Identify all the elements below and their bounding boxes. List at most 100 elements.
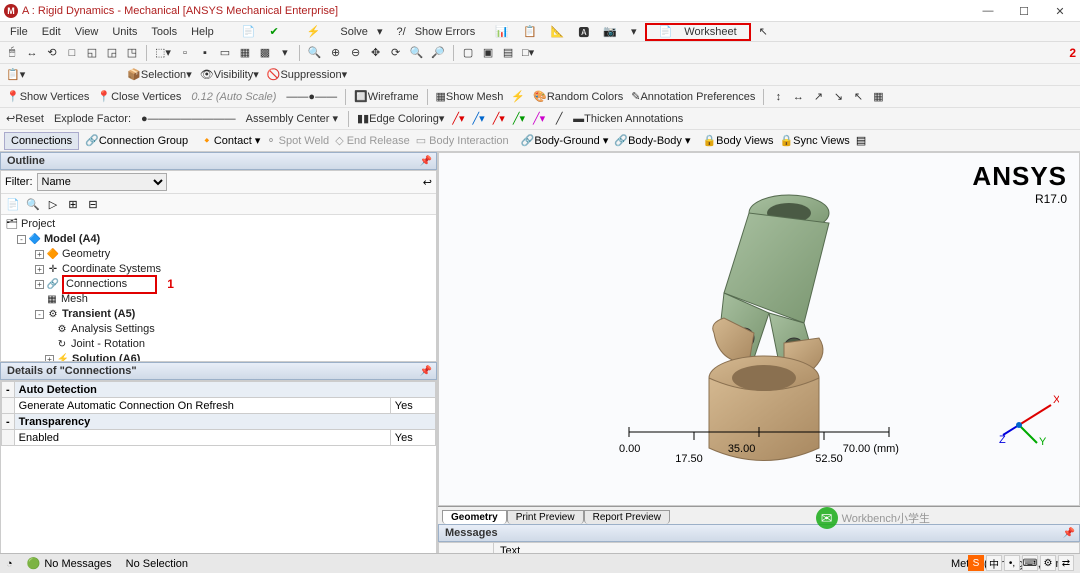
zoom-out-icon[interactable]: ⊖	[348, 45, 364, 61]
toolbar-icon[interactable]: ▤	[500, 45, 516, 61]
tree-btn[interactable]: ▷	[45, 196, 61, 212]
edge-color-btn[interactable]: ╱▾	[531, 111, 547, 127]
solve-icon[interactable]: ⚡	[301, 23, 327, 40]
select-icon[interactable]: ⬚▾	[153, 45, 173, 61]
toolbar-icon[interactable]: ▣	[480, 45, 496, 61]
edge-btn[interactable]: ╱	[551, 111, 567, 127]
tree-project[interactable]: 🗂Project	[5, 217, 436, 232]
toolbar-icon[interactable]: ⟲	[44, 45, 60, 61]
tree-joint[interactable]: ↻Joint - Rotation	[5, 337, 436, 352]
toolbar-icon[interactable]: 📊	[489, 23, 515, 40]
body-views-button[interactable]: 🔒Body Views	[702, 134, 773, 147]
menu-view[interactable]: View	[69, 24, 105, 40]
toolbar-icon[interactable]: 🔎	[429, 45, 447, 61]
3d-viewport[interactable]: ANSYS R17.0	[438, 152, 1080, 506]
menu-units[interactable]: Units	[106, 24, 143, 40]
toolbar-icon[interactable]: 📷	[597, 23, 623, 40]
tree-model[interactable]: -🔷Model (A4)	[5, 232, 436, 247]
contact-dropdown[interactable]: 🔸Contact ▾	[200, 134, 260, 147]
assembly-center-dropdown[interactable]: Assembly Center ▾	[242, 112, 342, 125]
show-vertices-button[interactable]: 📍 Show Vertices	[4, 89, 91, 105]
reset-button[interactable]: ↩ Reset	[4, 111, 46, 127]
pin-icon[interactable]: 📌	[420, 366, 432, 377]
toolbar-icon[interactable]: ▾	[625, 23, 643, 40]
pin-icon[interactable]: 📌	[1063, 528, 1075, 539]
status-icon[interactable]: ◔	[6, 558, 13, 570]
toolbar-check-icon[interactable]: ✔	[263, 23, 284, 40]
toolbar-icon[interactable]: 📋	[517, 23, 543, 40]
zoom-in-icon[interactable]: ⊕	[328, 45, 344, 61]
ime-lang[interactable]: 中	[986, 555, 1002, 571]
menu-tools[interactable]: Tools	[145, 24, 183, 40]
rotate-icon[interactable]: ⟳	[388, 45, 404, 61]
tree-connections[interactable]: +🔗Connections 1	[5, 277, 436, 292]
toolbar-icon[interactable]: ▩	[257, 45, 273, 61]
menu-help[interactable]: Help	[185, 24, 220, 40]
tab-print-preview[interactable]: Print Preview	[507, 510, 584, 524]
explode-slider[interactable]: ●————————	[139, 111, 238, 127]
toolbar-icon[interactable]: 🅰	[572, 22, 595, 42]
toolbar-icon[interactable]: ⚡	[509, 89, 527, 105]
toolbar-icon[interactable]: ◲	[104, 45, 120, 61]
details-value[interactable]: Yes	[390, 430, 435, 446]
wireframe-button[interactable]: 🔲Wireframe	[352, 89, 420, 105]
toolbar-icon[interactable]: ↗	[810, 89, 826, 105]
annotation-prefs-button[interactable]: ✎ Annotation Preferences	[629, 89, 757, 105]
maximize-button[interactable]: ☐	[1008, 0, 1040, 22]
toolbar-icon[interactable]: ↔	[790, 89, 806, 105]
sync-views-button[interactable]: 🔒Sync Views	[779, 134, 849, 147]
collapse-btn[interactable]: ⊟	[85, 196, 101, 212]
tab-report-preview[interactable]: Report Preview	[584, 510, 670, 524]
toolbar-icon[interactable]: 📋▾	[4, 67, 27, 83]
edge-color-btn[interactable]: ╱▾	[491, 111, 507, 127]
solve-button[interactable]: Solve ▾	[328, 23, 388, 40]
show-errors-button[interactable]: ?/ Show Errors	[390, 24, 487, 40]
ime-punct[interactable]: •,	[1004, 555, 1020, 571]
toolbar-icon[interactable]: ▤	[856, 134, 866, 147]
menu-edit[interactable]: Edit	[36, 24, 67, 40]
toolbar-icon[interactable]: ▪	[197, 45, 213, 61]
edge-color-btn[interactable]: ╱▾	[511, 111, 527, 127]
toolbar-icon[interactable]: ▢	[460, 45, 476, 61]
ime-kb-icon[interactable]: ⌨	[1022, 555, 1038, 571]
selection-dropdown[interactable]: 📦Selection ▾	[125, 67, 194, 83]
ime-icon[interactable]: S	[968, 555, 984, 571]
outline-tree[interactable]: 🗂Project -🔷Model (A4) +🔶Geometry +✛Coord…	[1, 215, 436, 362]
details-value[interactable]: Yes	[390, 398, 435, 414]
zoom-fit-icon[interactable]: 🔍	[306, 45, 324, 61]
ime-settings-icon[interactable]: ⚙	[1040, 555, 1056, 571]
toolbar-icon[interactable]: ◱	[84, 45, 100, 61]
toolbar-icon[interactable]: 📐	[545, 23, 571, 40]
toolbar-icon[interactable]: ▾	[277, 45, 293, 61]
tree-btn[interactable]: 📄	[5, 196, 21, 212]
toolbar-icon[interactable]: □	[64, 45, 80, 61]
toolbar-icon[interactable]: ▫	[177, 45, 193, 61]
tab-geometry[interactable]: Geometry	[442, 510, 507, 524]
menu-file[interactable]: File	[4, 24, 34, 40]
toolbar-icon[interactable]: ↖	[850, 89, 866, 105]
edge-coloring-dropdown[interactable]: ▮▮ Edge Coloring ▾	[355, 111, 446, 127]
connections-tab[interactable]: Connections	[4, 132, 79, 150]
toolbar-icon[interactable]: 📄	[236, 23, 262, 40]
edge-color-btn[interactable]: ╱▾	[471, 111, 487, 127]
toolbar-icon[interactable]: ↕	[770, 89, 786, 105]
tree-transient[interactable]: -⚙Transient (A5)	[5, 307, 436, 322]
toolbar-icon[interactable]: ▦	[870, 89, 886, 105]
show-mesh-button[interactable]: ▦Show Mesh	[434, 89, 506, 105]
worksheet-button[interactable]: 📄 Worksheet	[645, 23, 751, 41]
close-button[interactable]: ✕	[1044, 0, 1076, 22]
pan-icon[interactable]: ✥	[368, 45, 384, 61]
ime-width[interactable]: ⇄	[1058, 555, 1074, 571]
connection-group-button[interactable]: 🔗Connection Group	[85, 134, 188, 147]
collapse-icon[interactable]: -	[2, 382, 15, 398]
expand-btn[interactable]: ⊞	[65, 196, 81, 212]
body-body-dropdown[interactable]: 🔗Body-Body ▾	[614, 134, 690, 147]
toolbar-icon[interactable]: ↔	[24, 45, 40, 61]
toolbar-icon[interactable]: ↘	[830, 89, 846, 105]
toolbar-icon[interactable]: □▾	[520, 45, 536, 61]
tree-mesh[interactable]: ▦Mesh	[5, 292, 436, 307]
tree-analysis[interactable]: ⚙Analysis Settings	[5, 322, 436, 337]
toolbar-icon[interactable]: ▭	[217, 45, 233, 61]
toolbar-icon[interactable]: ▦	[237, 45, 253, 61]
tree-solution[interactable]: +⚡Solution (A6)	[5, 352, 436, 362]
